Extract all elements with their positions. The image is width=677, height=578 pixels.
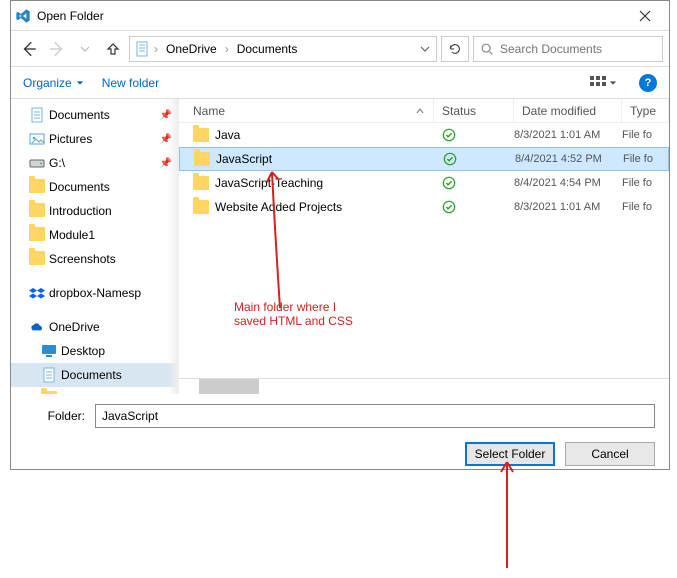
- doc-icon: [134, 41, 150, 57]
- sidebar-item[interactable]: Documents📌: [11, 103, 178, 127]
- file-row[interactable]: Website Added Projects8/3/2021 1:01 AMFi…: [179, 195, 669, 219]
- folder-icon: [193, 200, 209, 214]
- synced-icon: [442, 200, 456, 214]
- new-folder-button[interactable]: New folder: [102, 76, 159, 90]
- sort-asc-icon: [415, 107, 425, 115]
- doc-icon: [29, 107, 45, 123]
- folder-icon: [29, 227, 45, 243]
- view-options[interactable]: [586, 74, 621, 92]
- annotation-arrow-2: [495, 460, 519, 570]
- pin-icon: 📌: [160, 158, 172, 169]
- back-button[interactable]: [17, 37, 41, 61]
- search-input[interactable]: [500, 42, 656, 56]
- search-icon: [480, 42, 494, 56]
- chevron-right-icon[interactable]: ›: [223, 42, 231, 56]
- close-button[interactable]: [625, 4, 665, 28]
- folder-icon: [29, 203, 45, 219]
- breadcrumb-documents[interactable]: Documents: [233, 42, 302, 56]
- up-button[interactable]: [101, 37, 125, 61]
- horizontal-scrollbar[interactable]: [179, 378, 669, 394]
- file-row[interactable]: JavaScript8/4/2021 4:52 PMFile fo: [179, 147, 669, 171]
- folder-icon: [29, 179, 45, 195]
- folder-label: Folder:: [25, 409, 85, 423]
- pin-icon: 📌: [160, 134, 172, 145]
- help-button[interactable]: ?: [639, 74, 657, 92]
- sidebar-item[interactable]: Screenshots: [11, 247, 178, 271]
- vscode-icon: [15, 8, 31, 24]
- titlebar: Open Folder: [11, 1, 669, 31]
- toolbar: Organize New folder ?: [11, 67, 669, 99]
- cancel-button[interactable]: Cancel: [565, 442, 655, 466]
- folder-icon: [29, 251, 45, 267]
- col-date[interactable]: Date modified: [514, 99, 622, 122]
- col-name[interactable]: Name: [179, 99, 434, 122]
- folder-icon: [41, 391, 57, 394]
- forward-button[interactable]: [45, 37, 69, 61]
- window-title: Open Folder: [37, 9, 625, 23]
- folder-icon: [193, 176, 209, 190]
- onedrive-icon: [29, 319, 45, 335]
- col-type[interactable]: Type: [622, 99, 669, 122]
- refresh-button[interactable]: [441, 36, 469, 62]
- sidebar-item[interactable]: OneDrive: [11, 315, 178, 339]
- drive-icon: [29, 155, 45, 171]
- synced-icon: [442, 128, 456, 142]
- navbar: › OneDrive › Documents: [11, 31, 669, 67]
- chevron-right-icon[interactable]: ›: [152, 42, 160, 56]
- sidebar-item[interactable]: Module1: [11, 223, 178, 247]
- file-row[interactable]: Java8/3/2021 1:01 AMFile fo: [179, 123, 669, 147]
- pic-icon: [29, 131, 45, 147]
- folder-icon: [194, 152, 210, 166]
- body: Documents📌Pictures📌G:\📌DocumentsIntroduc…: [11, 99, 669, 394]
- select-folder-button[interactable]: Select Folder: [465, 442, 555, 466]
- folder-icon: [193, 128, 209, 142]
- breadcrumb-onedrive[interactable]: OneDrive: [162, 42, 221, 56]
- sidebar-item[interactable]: Documents: [11, 363, 178, 387]
- chevron-down-icon[interactable]: [418, 44, 432, 54]
- dropbox-icon: [29, 285, 45, 301]
- col-status[interactable]: Status: [434, 99, 514, 122]
- sidebar-item[interactable]: G:\📌: [11, 151, 178, 175]
- pin-icon: 📌: [160, 110, 172, 121]
- desktop-icon: [41, 343, 57, 359]
- file-list: Java8/3/2021 1:01 AMFile foJavaScript8/4…: [179, 123, 669, 378]
- search-box[interactable]: [473, 36, 663, 62]
- sidebar: Documents📌Pictures📌G:\📌DocumentsIntroduc…: [11, 99, 179, 394]
- recent-dropdown[interactable]: [73, 37, 97, 61]
- sidebar-item[interactable]: Music: [11, 387, 178, 394]
- sidebar-item[interactable]: dropbox-Namesp: [11, 281, 178, 305]
- sidebar-item[interactable]: Introduction: [11, 199, 178, 223]
- sidebar-item[interactable]: Documents: [11, 175, 178, 199]
- sidebar-item[interactable]: Desktop: [11, 339, 178, 363]
- organize-menu[interactable]: Organize: [23, 76, 84, 90]
- synced-icon: [443, 152, 457, 166]
- open-folder-dialog: Open Folder › OneDrive › Documents: [10, 0, 670, 470]
- file-header: Name Status Date modified Type: [179, 99, 669, 123]
- folder-input[interactable]: [95, 404, 655, 428]
- file-row[interactable]: JavaScript-Teaching8/4/2021 4:54 PMFile …: [179, 171, 669, 195]
- sidebar-item[interactable]: Pictures📌: [11, 127, 178, 151]
- file-pane: Name Status Date modified Type Java8/3/2…: [179, 99, 669, 394]
- footer: Folder: Select Folder Cancel: [11, 394, 669, 476]
- synced-icon: [442, 176, 456, 190]
- doc-icon: [41, 367, 57, 383]
- address-bar[interactable]: › OneDrive › Documents: [129, 36, 437, 62]
